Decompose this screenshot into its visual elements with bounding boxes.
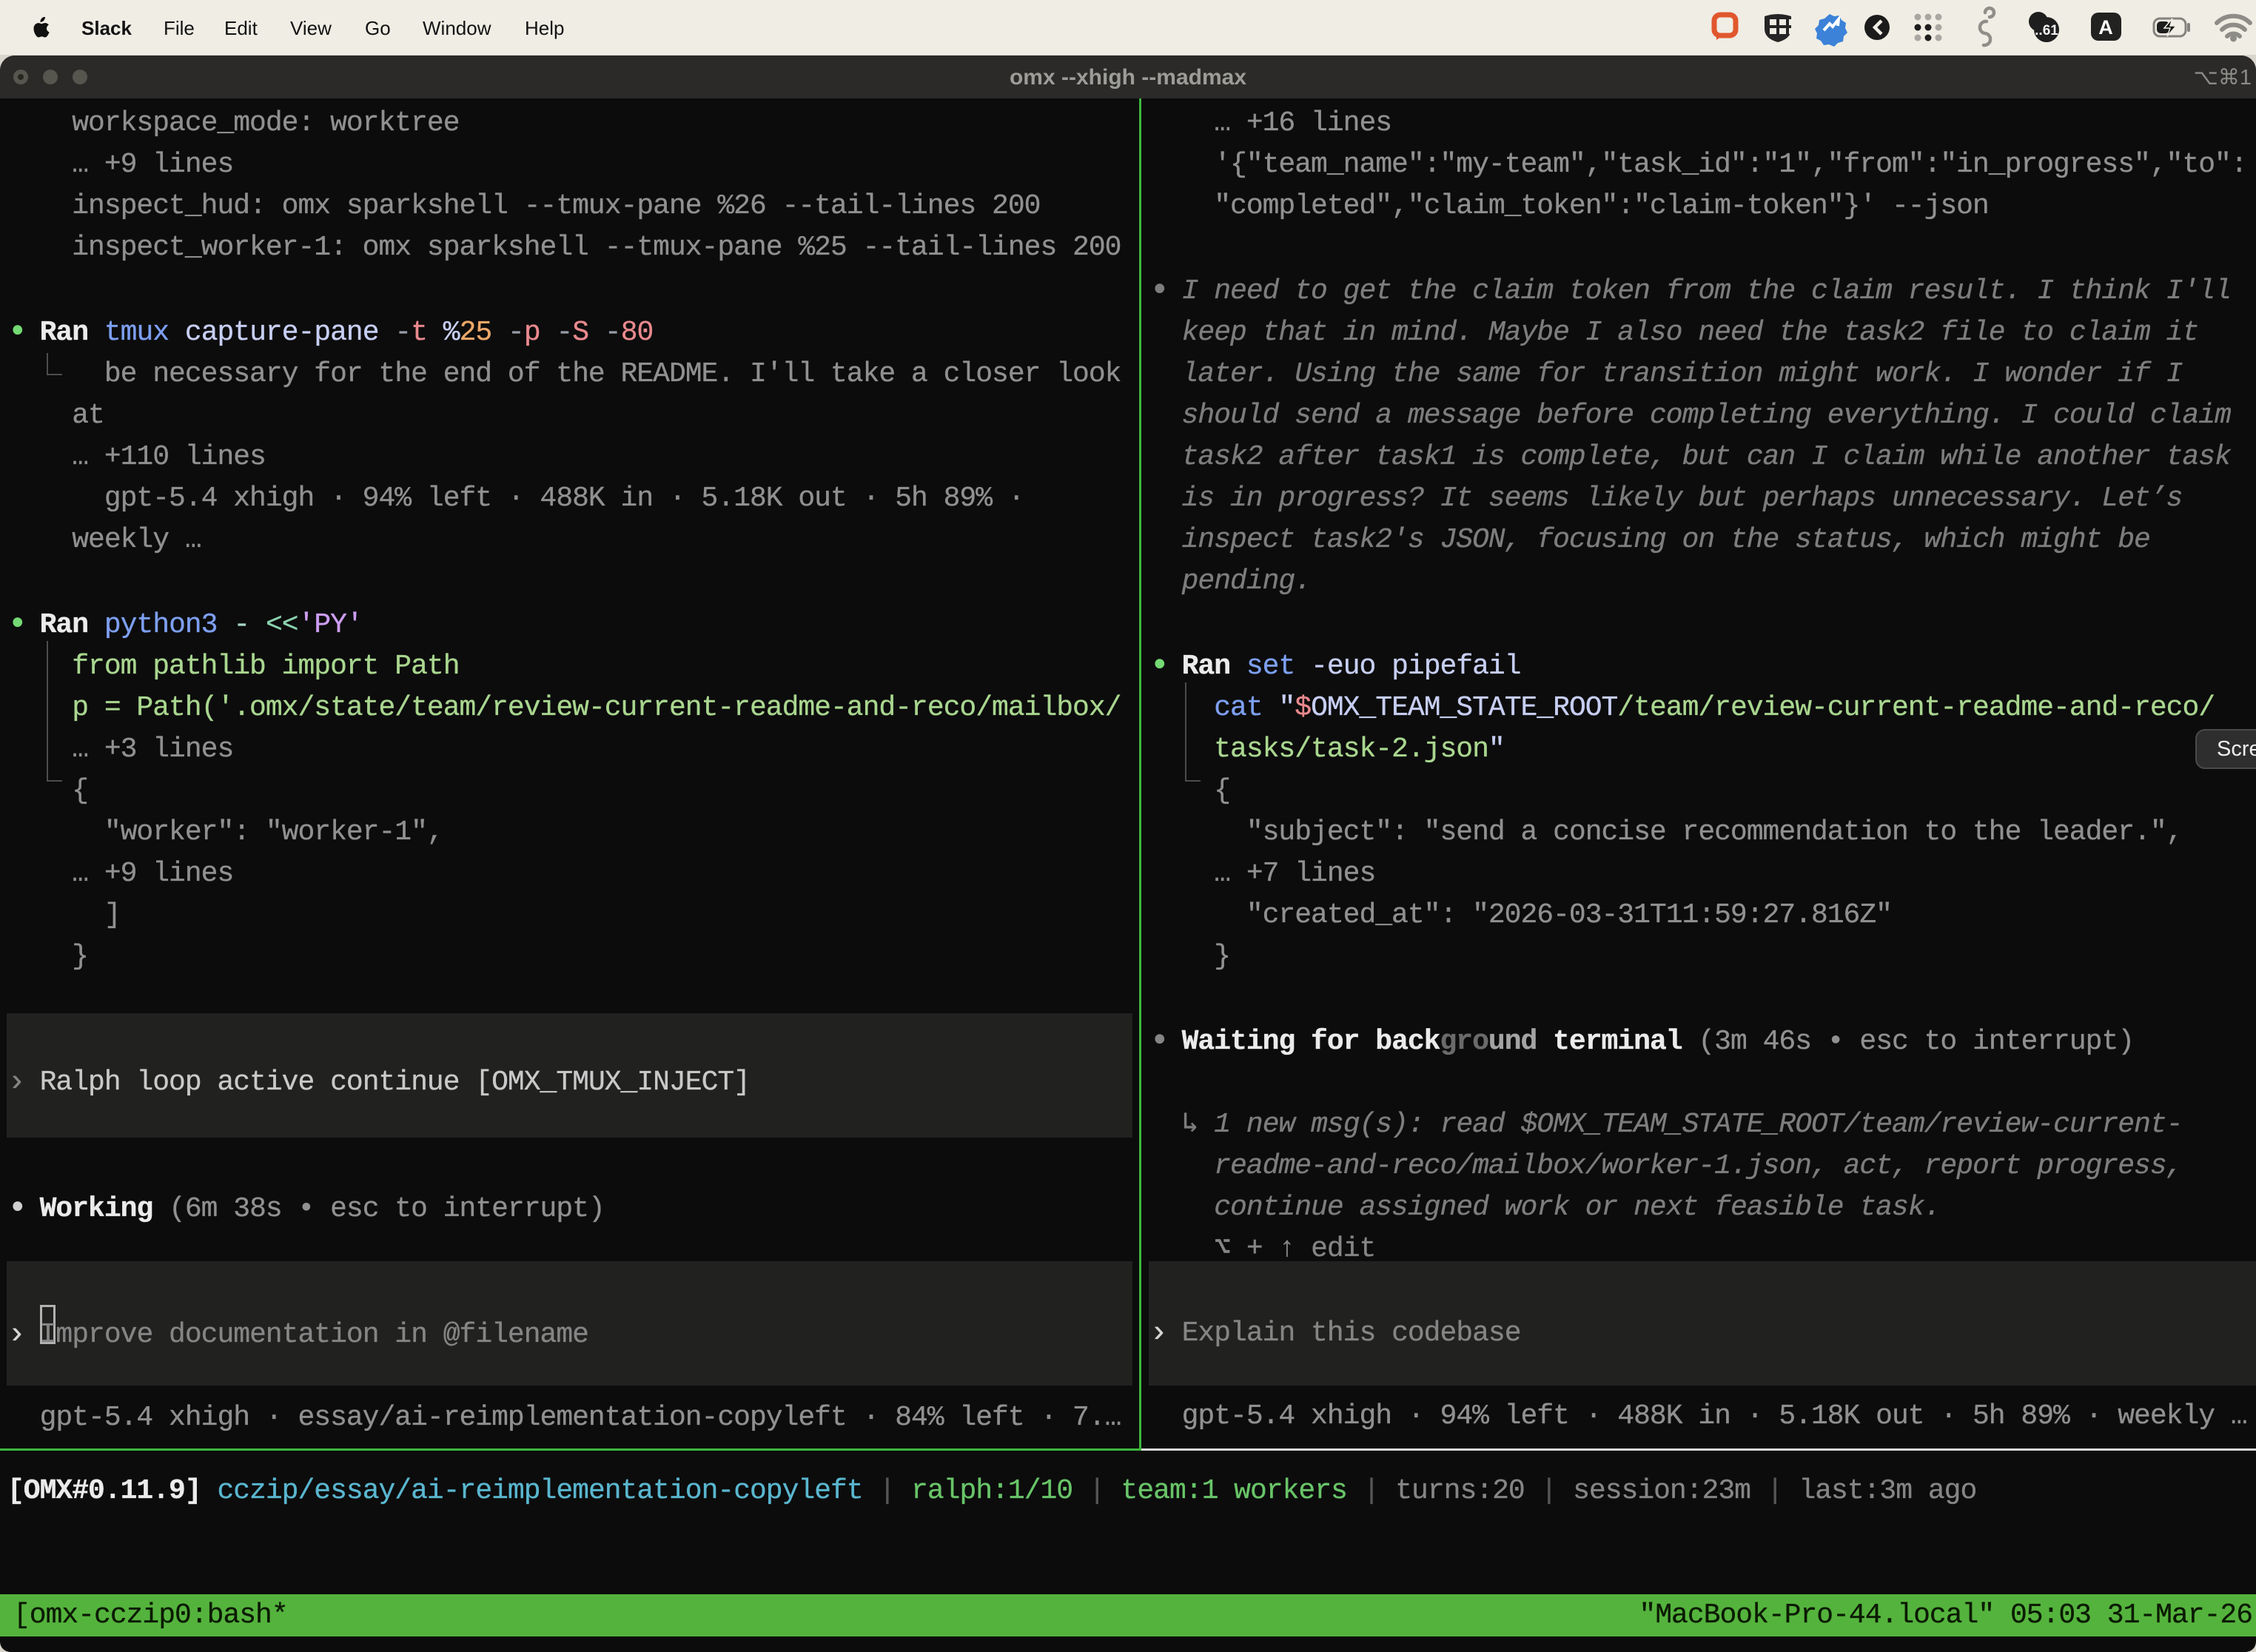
svg-text:..61: ..61 [2035,23,2058,38]
svg-text:A: A [2098,16,2113,38]
